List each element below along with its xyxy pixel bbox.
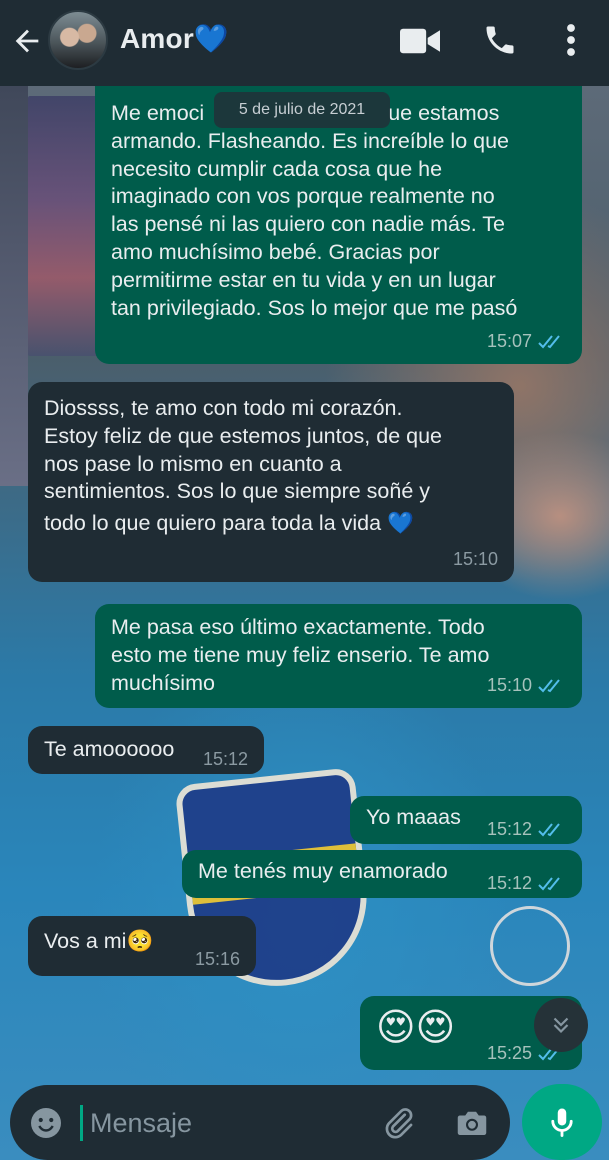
- message-line-text: ue estamos: [388, 101, 500, 125]
- attach-icon[interactable]: [380, 1105, 416, 1141]
- message-composer: [10, 1085, 510, 1160]
- message-line: necesito cumplir cada cosa que he: [111, 156, 443, 181]
- video-call-icon[interactable]: [400, 26, 440, 56]
- message-outgoing[interactable]: Yo maaas 15:12: [350, 796, 582, 844]
- message-time: 15:12: [486, 819, 532, 839]
- message-emoji: 😍😍: [376, 1007, 456, 1049]
- message-line: Me pasa eso último exactamente. Todo: [111, 615, 485, 639]
- message-time: 15:07: [486, 331, 532, 352]
- camera-icon[interactable]: [454, 1105, 490, 1141]
- read-ticks-icon: [538, 335, 560, 349]
- message-text: Yo maaas: [366, 805, 461, 829]
- message-meta: 15:10: [487, 672, 566, 700]
- message-incoming[interactable]: Diossss, te amo con todo mi corazón. Est…: [28, 382, 514, 582]
- read-ticks-icon: [538, 877, 560, 891]
- read-ticks-icon: [538, 679, 560, 693]
- message-meta: 15:07: [487, 328, 566, 356]
- message-outgoing[interactable]: Me pasa eso último exactamente. Todo est…: [95, 604, 582, 708]
- message-line: armando. Flasheando. Es increíble lo que: [111, 128, 509, 153]
- message-meta: 15:16: [195, 946, 240, 974]
- more-vert-icon[interactable]: [560, 22, 582, 58]
- contact-name[interactable]: Amor💙: [120, 22, 229, 55]
- read-ticks-icon: [538, 823, 560, 837]
- message-line: Estoy feliz de que estemos juntos, de qu…: [44, 423, 442, 448]
- wallpaper-photo-detail: [28, 96, 98, 356]
- message-text: Vos a mi🥺: [44, 929, 154, 953]
- message-incoming[interactable]: Te amoooooo 15:12: [28, 726, 264, 774]
- message-line: amo muchísimo bebé. Gracias por: [111, 239, 440, 264]
- back-arrow-icon[interactable]: [10, 24, 44, 58]
- message-line: sentimientos. Sos lo que siempre soñé y: [44, 479, 431, 504]
- avatar[interactable]: [48, 10, 108, 70]
- message-text: Te amoooooo: [44, 737, 175, 761]
- message-meta: 15:12: [487, 816, 566, 844]
- message-line: Diossss, te amo con todo mi corazón.: [44, 396, 403, 420]
- message-line: permitirme estar en tu vida y en un luga…: [111, 267, 496, 292]
- message-time: 15:12: [486, 873, 532, 893]
- emoji-icon[interactable]: [28, 1105, 64, 1141]
- message-text: Me tenés muy enamorado: [198, 859, 448, 883]
- message-line: tan privilegiado. Sos lo mejor que me pa…: [111, 295, 518, 320]
- contact-name-emoji: 💙: [193, 23, 229, 54]
- message-outgoing[interactable]: Me tenés muy enamorado 15:12: [182, 850, 582, 898]
- message-meta: 15:12: [203, 746, 248, 774]
- phone-icon[interactable]: [482, 22, 518, 58]
- message-line: nos pase lo mismo en cuanto a: [44, 451, 342, 476]
- message-line: las pensé ni las quiero con nadie más. T…: [111, 212, 506, 237]
- message-time: 15:16: [194, 949, 240, 969]
- message-time: 15:12: [202, 749, 248, 769]
- mic-icon: [551, 1108, 573, 1137]
- wallpaper-photo-detail: [0, 86, 28, 486]
- message-time: 15:10: [452, 549, 498, 570]
- date-chip: 5 de julio de 2021: [214, 92, 390, 128]
- message-meta: 15:12: [487, 870, 566, 898]
- text-caret: [80, 1105, 83, 1141]
- message-time: 15:10: [486, 675, 532, 696]
- message-time: 15:25: [486, 1043, 532, 1063]
- message-line: esto me tiene muy feliz enserio. Te amo: [111, 642, 490, 667]
- message-line: imaginado con vos porque realmente no: [111, 184, 495, 209]
- message-meta: 15:10: [453, 546, 498, 574]
- message-input[interactable]: [90, 1104, 370, 1142]
- mic-button[interactable]: [522, 1084, 602, 1160]
- message-incoming[interactable]: Vos a mi🥺 15:16: [28, 916, 256, 976]
- scroll-to-bottom-button[interactable]: [534, 998, 588, 1052]
- contact-name-text: Amor: [120, 23, 194, 54]
- wallpaper-necklace-detail: [490, 906, 570, 986]
- message-line: todo lo que quiero para toda la vida 💙: [44, 511, 414, 536]
- chat-header: Amor💙: [0, 0, 609, 86]
- message-line-text: Me emoci: [111, 101, 205, 125]
- double-chevron-down-icon: [553, 1017, 569, 1034]
